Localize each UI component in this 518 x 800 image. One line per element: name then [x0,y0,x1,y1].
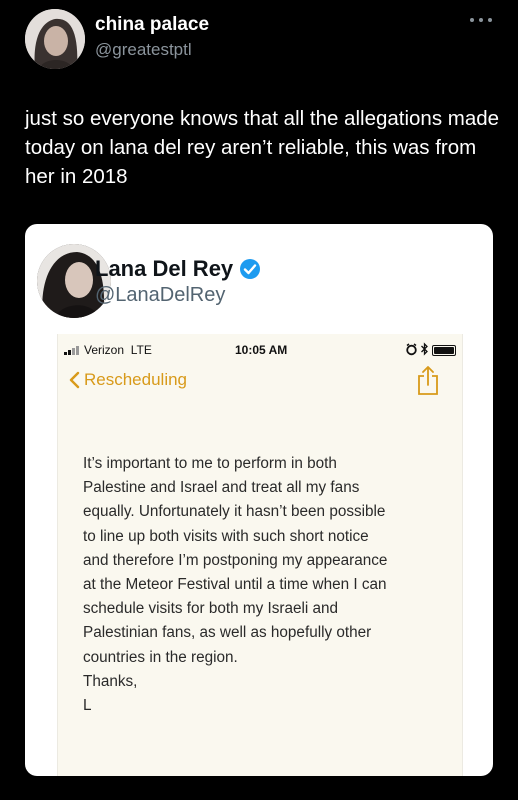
alarm-icon [406,343,417,356]
bluetooth-icon [421,342,428,356]
author-display-name[interactable]: china palace [95,14,209,36]
back-button[interactable]: Rescheduling [68,370,187,390]
network-label: LTE [130,343,152,357]
more-icon[interactable] [470,16,492,24]
note-line: at the Meteor Festival until a time when… [83,576,387,594]
battery-icon [432,345,456,356]
clock-time: 10:05 AM [235,343,288,357]
share-icon[interactable] [416,364,440,396]
note-line: equally. Unfortunately it hasn’t been po… [83,503,386,521]
note-line: Thanks, [83,672,138,690]
signal-icon [64,346,79,355]
lana-handle: @LanaDelRey [95,284,226,306]
note-line: Palestine and Israel and treat all my fa… [83,479,360,497]
author-handle[interactable]: @greatestptl [95,40,192,60]
note-line: Palestinian fans, as well as hopefully o… [83,624,372,642]
quoted-image[interactable]: Lana Del Rey @LanaDelRey Verizon LTE 10:… [25,224,493,776]
verified-badge-icon [240,259,261,279]
author-avatar-image [25,9,85,69]
phone-screenshot: Verizon LTE 10:05 AM Rescheduling It’s i… [57,334,463,776]
note-body: It’s important to me to perform in both … [83,452,423,718]
note-line: and therefore I’m postponing my appearan… [83,551,388,569]
tweet-text: just so everyone knows that all the alle… [25,107,500,188]
note-line: schedule visits for both my Israeli and [83,600,339,618]
carrier-label: Verizon LTE [84,343,152,357]
note-line: It’s important to me to perform in both [83,455,337,472]
note-line: to line up both visits with such short n… [83,527,369,545]
note-line: countries in the region. [83,648,238,666]
note-line: L [83,697,92,715]
lana-name-row: Lana Del Rey [95,256,261,282]
back-label: Rescheduling [84,370,188,389]
chevron-left-icon [69,371,80,389]
author-avatar[interactable] [25,9,85,69]
lana-display-name: Lana Del Rey [95,256,234,281]
phone-status-bar: Verizon LTE 10:05 AM [58,342,462,358]
